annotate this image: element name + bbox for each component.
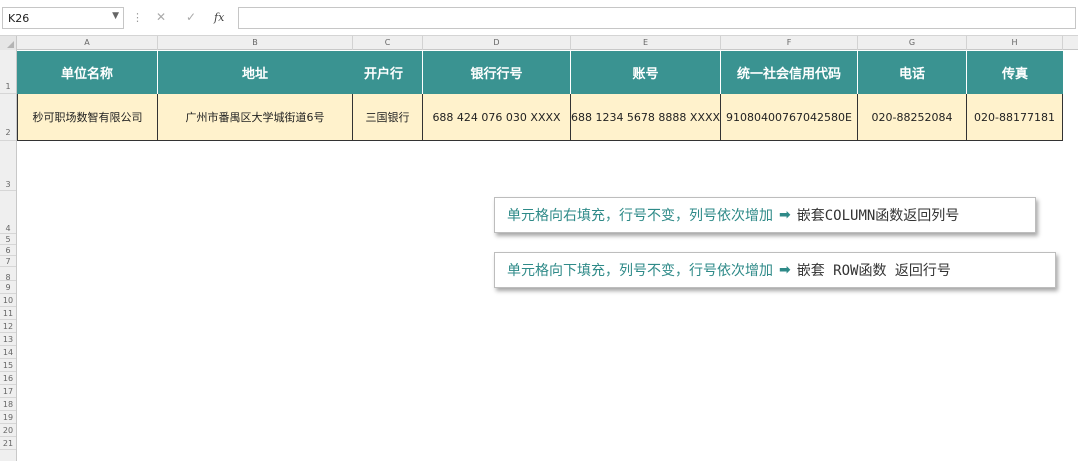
callout-row-result: 嵌套 ROW函数 返回行号 (796, 263, 951, 279)
header-cell-bank: 开户行 (364, 67, 404, 82)
header-cell-credit-code[interactable]: 统一社会信用代码 (721, 51, 858, 94)
row-header-10[interactable]: 10 (0, 294, 16, 307)
row-header-3[interactable]: 3 (0, 141, 16, 191)
column-header-h[interactable]: H (967, 36, 1063, 50)
insert-function-icon[interactable]: fx (214, 11, 224, 24)
data-cell-credit-code[interactable]: 91080400767042580E (721, 94, 858, 141)
callout-column-condition: 单元格向右填充，行号不变，列号依次增加 (507, 208, 773, 224)
row-header-16[interactable]: 16 (0, 372, 16, 385)
more-options-icon[interactable]: ⋮ (132, 11, 143, 24)
row-header-20[interactable]: 20 (0, 424, 16, 437)
header-cell-fax[interactable]: 传真 (967, 51, 1063, 94)
data-cell-company[interactable]: 秒可职场数智有限公司 (17, 94, 158, 141)
header-cell-account[interactable]: 账号 (571, 51, 721, 94)
row-header-18[interactable]: 18 (0, 398, 16, 411)
data-cell-bank-code[interactable]: 688 424 076 030 XXXX (423, 94, 571, 141)
row-header-13[interactable]: 13 (0, 333, 16, 346)
enter-icon[interactable]: ✓ (186, 10, 196, 24)
row-header-14[interactable]: 14 (0, 346, 16, 359)
cancel-icon[interactable]: ✕ (156, 10, 166, 24)
row-header-19[interactable]: 19 (0, 411, 16, 424)
name-box-value: K26 (8, 12, 30, 25)
header-cell-address: 地址 (242, 67, 269, 82)
row-header-4[interactable]: 4 (0, 191, 16, 234)
row-header-9[interactable]: 9 (0, 281, 16, 294)
select-all-button[interactable] (0, 36, 17, 50)
column-header-c[interactable]: C (353, 36, 423, 50)
column-header-b[interactable]: B (158, 36, 353, 50)
column-header-bar: A B C D E F G H (0, 36, 1078, 50)
header-cell-address-group[interactable]: 地址 开户行 (158, 51, 423, 94)
arrow-right-icon: ➡ (779, 207, 791, 223)
header-cell-phone[interactable]: 电话 (858, 51, 967, 94)
formula-input[interactable] (238, 7, 1076, 29)
callout-column-result: 嵌套COLUMN函数返回列号 (796, 208, 960, 224)
column-header-e[interactable]: E (571, 36, 721, 50)
data-cell-account[interactable]: 688 1234 5678 8888 XXXX (571, 94, 721, 141)
column-header-a[interactable]: A (17, 36, 158, 50)
callout-row-condition: 单元格向下填充，列号不变，行号依次增加 (507, 263, 773, 279)
row-header-bar: 1 2 3 4 5 6 7 8 9 10 11 12 13 14 15 16 1… (0, 50, 17, 461)
row-header-17[interactable]: 17 (0, 385, 16, 398)
data-cell-phone[interactable]: 020-88252084 (858, 94, 967, 141)
row-header-8[interactable]: 8 (0, 267, 16, 282)
data-cell-fax[interactable]: 020-88177181 (967, 94, 1063, 141)
row-header-12[interactable]: 12 (0, 320, 16, 333)
row-header-21[interactable]: 21 (0, 437, 16, 450)
row-header-6[interactable]: 6 (0, 245, 16, 256)
arrow-right-icon: ➡ (779, 262, 791, 278)
header-cell-company[interactable]: 单位名称 (17, 51, 158, 94)
row-header-7[interactable]: 7 (0, 256, 16, 267)
column-header-d[interactable]: D (423, 36, 571, 50)
column-header-g[interactable]: G (858, 36, 967, 50)
row-header-5[interactable]: 5 (0, 234, 16, 245)
column-header-f[interactable]: F (721, 36, 858, 50)
formula-bar: K26 ▼ ⋮ ✕ ✓ fx (0, 0, 1078, 36)
formula-controls: ✕ ✓ fx (146, 7, 234, 29)
row-header-2[interactable]: 2 (0, 94, 16, 141)
name-box[interactable]: K26 ▼ (2, 7, 124, 29)
spreadsheet-window: K26 ▼ ⋮ ✕ ✓ fx A B C D E F G H 1 2 3 4 5… (0, 0, 1078, 461)
row-header-1[interactable]: 1 (0, 50, 16, 94)
data-cell-address[interactable]: 广州市番禺区大学城街道6号 (158, 94, 353, 141)
data-cell-bank[interactable]: 三国银行 (353, 94, 423, 141)
row-header-11[interactable]: 11 (0, 307, 16, 320)
header-cell-bank-code[interactable]: 银行行号 (423, 51, 571, 94)
row-header-15[interactable]: 15 (0, 359, 16, 372)
chevron-down-icon[interactable]: ▼ (112, 11, 119, 21)
callout-column-tip: 单元格向右填充，行号不变，列号依次增加 ➡ 嵌套COLUMN函数返回列号 (494, 197, 1036, 233)
callout-row-tip: 单元格向下填充，列号不变，行号依次增加 ➡ 嵌套 ROW函数 返回行号 (494, 252, 1056, 288)
